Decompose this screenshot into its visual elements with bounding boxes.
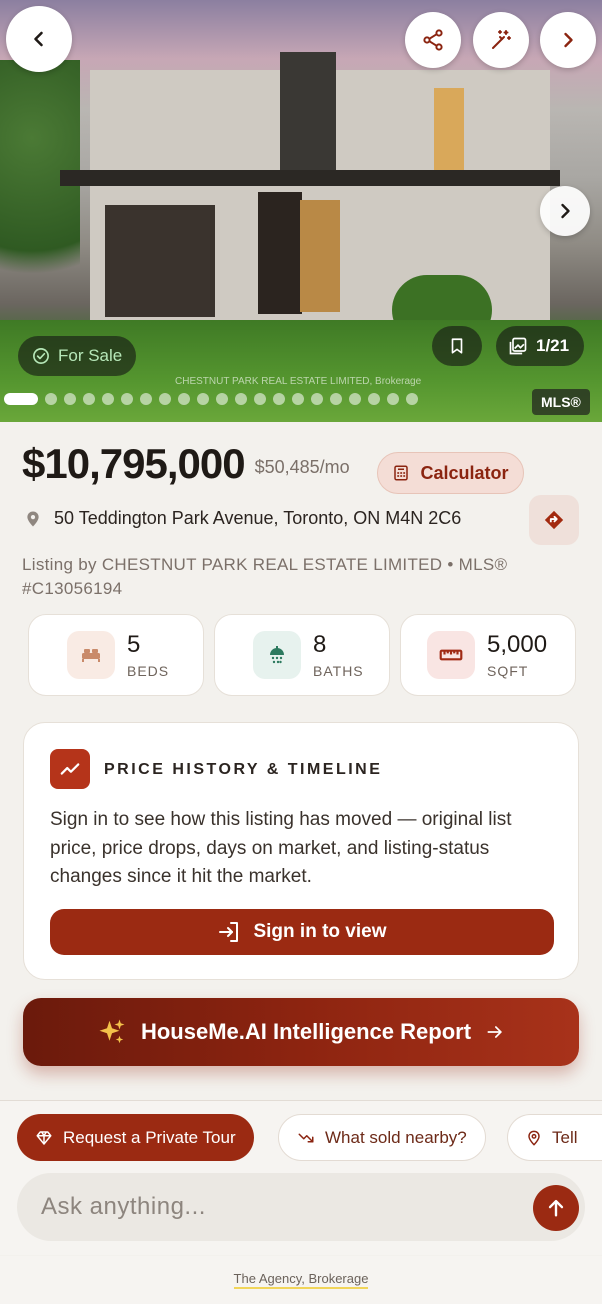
stat-sqft: 5,000 SQFT: [400, 614, 576, 696]
ai-report-label: HouseMe.AI Intelligence Report: [140, 1019, 472, 1044]
trend-chart-icon: [50, 749, 90, 789]
stat-label: BEDS: [127, 663, 170, 679]
photo-gallery-button[interactable]: 1/21: [496, 326, 584, 366]
directions-button[interactable]: [529, 495, 579, 545]
stat-label: SQFT: [487, 663, 529, 679]
pagination-dot[interactable]: [368, 393, 380, 405]
pagination-dot[interactable]: [330, 393, 342, 405]
price-history-text: Sign in to see how this listing has move…: [50, 809, 512, 887]
listing-price: $10,795,000: [22, 440, 246, 487]
house-door: [258, 192, 302, 314]
stat-baths: 8 BATHS: [214, 614, 390, 696]
chip-label: Tell: [552, 1127, 578, 1147]
status-badge: For Sale: [18, 336, 137, 376]
stat-value: 8: [313, 631, 327, 658]
ai-report-button[interactable]: HouseMe.AI Intelligence Report: [23, 998, 579, 1066]
next-photo-button[interactable]: [540, 186, 590, 236]
calculator-button[interactable]: Calculator: [377, 452, 524, 494]
pagination-dot[interactable]: [235, 393, 247, 405]
pagination-dot[interactable]: [121, 393, 133, 405]
bed-icon: [67, 631, 115, 679]
house-dark-panel: [105, 205, 215, 317]
pagination-dot[interactable]: [292, 393, 304, 405]
pagination-dot[interactable]: [64, 393, 76, 405]
pagination-dot[interactable]: [406, 393, 418, 405]
stat-beds: 5 BEDS: [28, 614, 204, 696]
chevron-right-icon: [561, 203, 570, 219]
sold-nearby-chip[interactable]: What sold nearby?: [278, 1114, 486, 1161]
monthly-estimate: $50,485/mo: [254, 456, 350, 477]
trending-down-icon: [298, 1133, 314, 1142]
house-window: [300, 200, 340, 312]
price-history-title: PRICE HISTORY & TIMELINE: [104, 761, 383, 778]
send-button[interactable]: [533, 1185, 579, 1231]
pagination-dot[interactable]: [349, 393, 361, 405]
listing-attribution: Listing by CHESTNUT PARK REAL ESTATE LIM…: [22, 555, 508, 598]
pagination-dot[interactable]: [83, 393, 95, 405]
stat-value: 5,000: [487, 631, 548, 658]
pagination-dot[interactable]: [311, 393, 323, 405]
chip-label: What sold nearby?: [325, 1127, 467, 1147]
stat-label: BATHS: [313, 663, 364, 679]
price-row: $10,795,000 $50,485/mo: [22, 440, 350, 488]
pagination-dot[interactable]: [159, 393, 171, 405]
sparkles-icon: [99, 1019, 125, 1044]
pagination-dot[interactable]: [387, 393, 399, 405]
house-tower: [280, 52, 336, 170]
location-pin-icon: [27, 511, 39, 526]
diamond-icon: [36, 1130, 52, 1145]
magic-edit-button[interactable]: [473, 12, 529, 68]
sign-in-label: Sign in to view: [253, 921, 387, 942]
share-icon: [423, 29, 443, 51]
share-button[interactable]: [405, 12, 461, 68]
tree-scenery: [0, 60, 80, 320]
ruler-icon: [427, 631, 475, 679]
calculator-label: Calculator: [420, 462, 509, 483]
magic-wand-icon: [492, 30, 511, 49]
save-listing-button[interactable]: [432, 326, 482, 366]
tell-chip[interactable]: Tell: [507, 1114, 602, 1161]
next-listing-button[interactable]: [540, 12, 596, 68]
calculator-icon: [394, 465, 409, 481]
directions-icon: [544, 510, 564, 530]
pagination-dot[interactable]: [254, 393, 266, 405]
price-history-card: PRICE HISTORY & TIMELINE Sign in to see …: [23, 722, 579, 980]
pagination-dot[interactable]: [4, 393, 38, 405]
pagination-dot[interactable]: [197, 393, 209, 405]
arrow-right-icon: [487, 1026, 502, 1038]
stat-value: 5: [127, 631, 141, 658]
location-pin-icon: [528, 1130, 540, 1146]
pagination-dot[interactable]: [273, 393, 285, 405]
back-button[interactable]: [6, 6, 72, 72]
pagination-dot[interactable]: [45, 393, 57, 405]
footer: The Agency, Brokerage: [0, 1256, 602, 1304]
shower-icon: [253, 631, 301, 679]
chevron-right-icon: [564, 32, 573, 48]
chevron-left-icon: [34, 31, 43, 47]
status-label: For Sale: [58, 346, 123, 365]
listing-address: 50 Teddington Park Avenue, Toronto, ON M…: [54, 508, 462, 528]
house-roofline: [60, 170, 560, 186]
check-circle-icon: [33, 348, 49, 364]
arrow-up-icon: [548, 1199, 564, 1217]
gallery-icon: [509, 337, 527, 355]
photo-pagination: [4, 393, 418, 405]
pagination-dot[interactable]: [216, 393, 228, 405]
request-tour-chip[interactable]: Request a Private Tour: [17, 1114, 254, 1161]
sign-in-icon: [219, 922, 239, 942]
photo-watermark: CHESTNUT PARK REAL ESTATE LIMITED, Broke…: [175, 376, 422, 387]
mls-badge: MLS®: [532, 389, 590, 415]
pagination-dot[interactable]: [140, 393, 152, 405]
house-window: [434, 88, 464, 170]
pagination-dot[interactable]: [178, 393, 190, 405]
address-row: 50 Teddington Park Avenue, Toronto, ON M…: [24, 508, 461, 529]
sign-in-button[interactable]: Sign in to view: [50, 909, 554, 955]
bookmark-icon: [451, 338, 463, 354]
photo-counter: 1/21: [536, 336, 570, 355]
brokerage-link[interactable]: The Agency, Brokerage: [233, 1271, 369, 1289]
ask-input[interactable]: [41, 1191, 501, 1223]
pagination-dot[interactable]: [102, 393, 114, 405]
chip-label: Request a Private Tour: [63, 1127, 236, 1147]
ask-bar: [17, 1173, 585, 1241]
